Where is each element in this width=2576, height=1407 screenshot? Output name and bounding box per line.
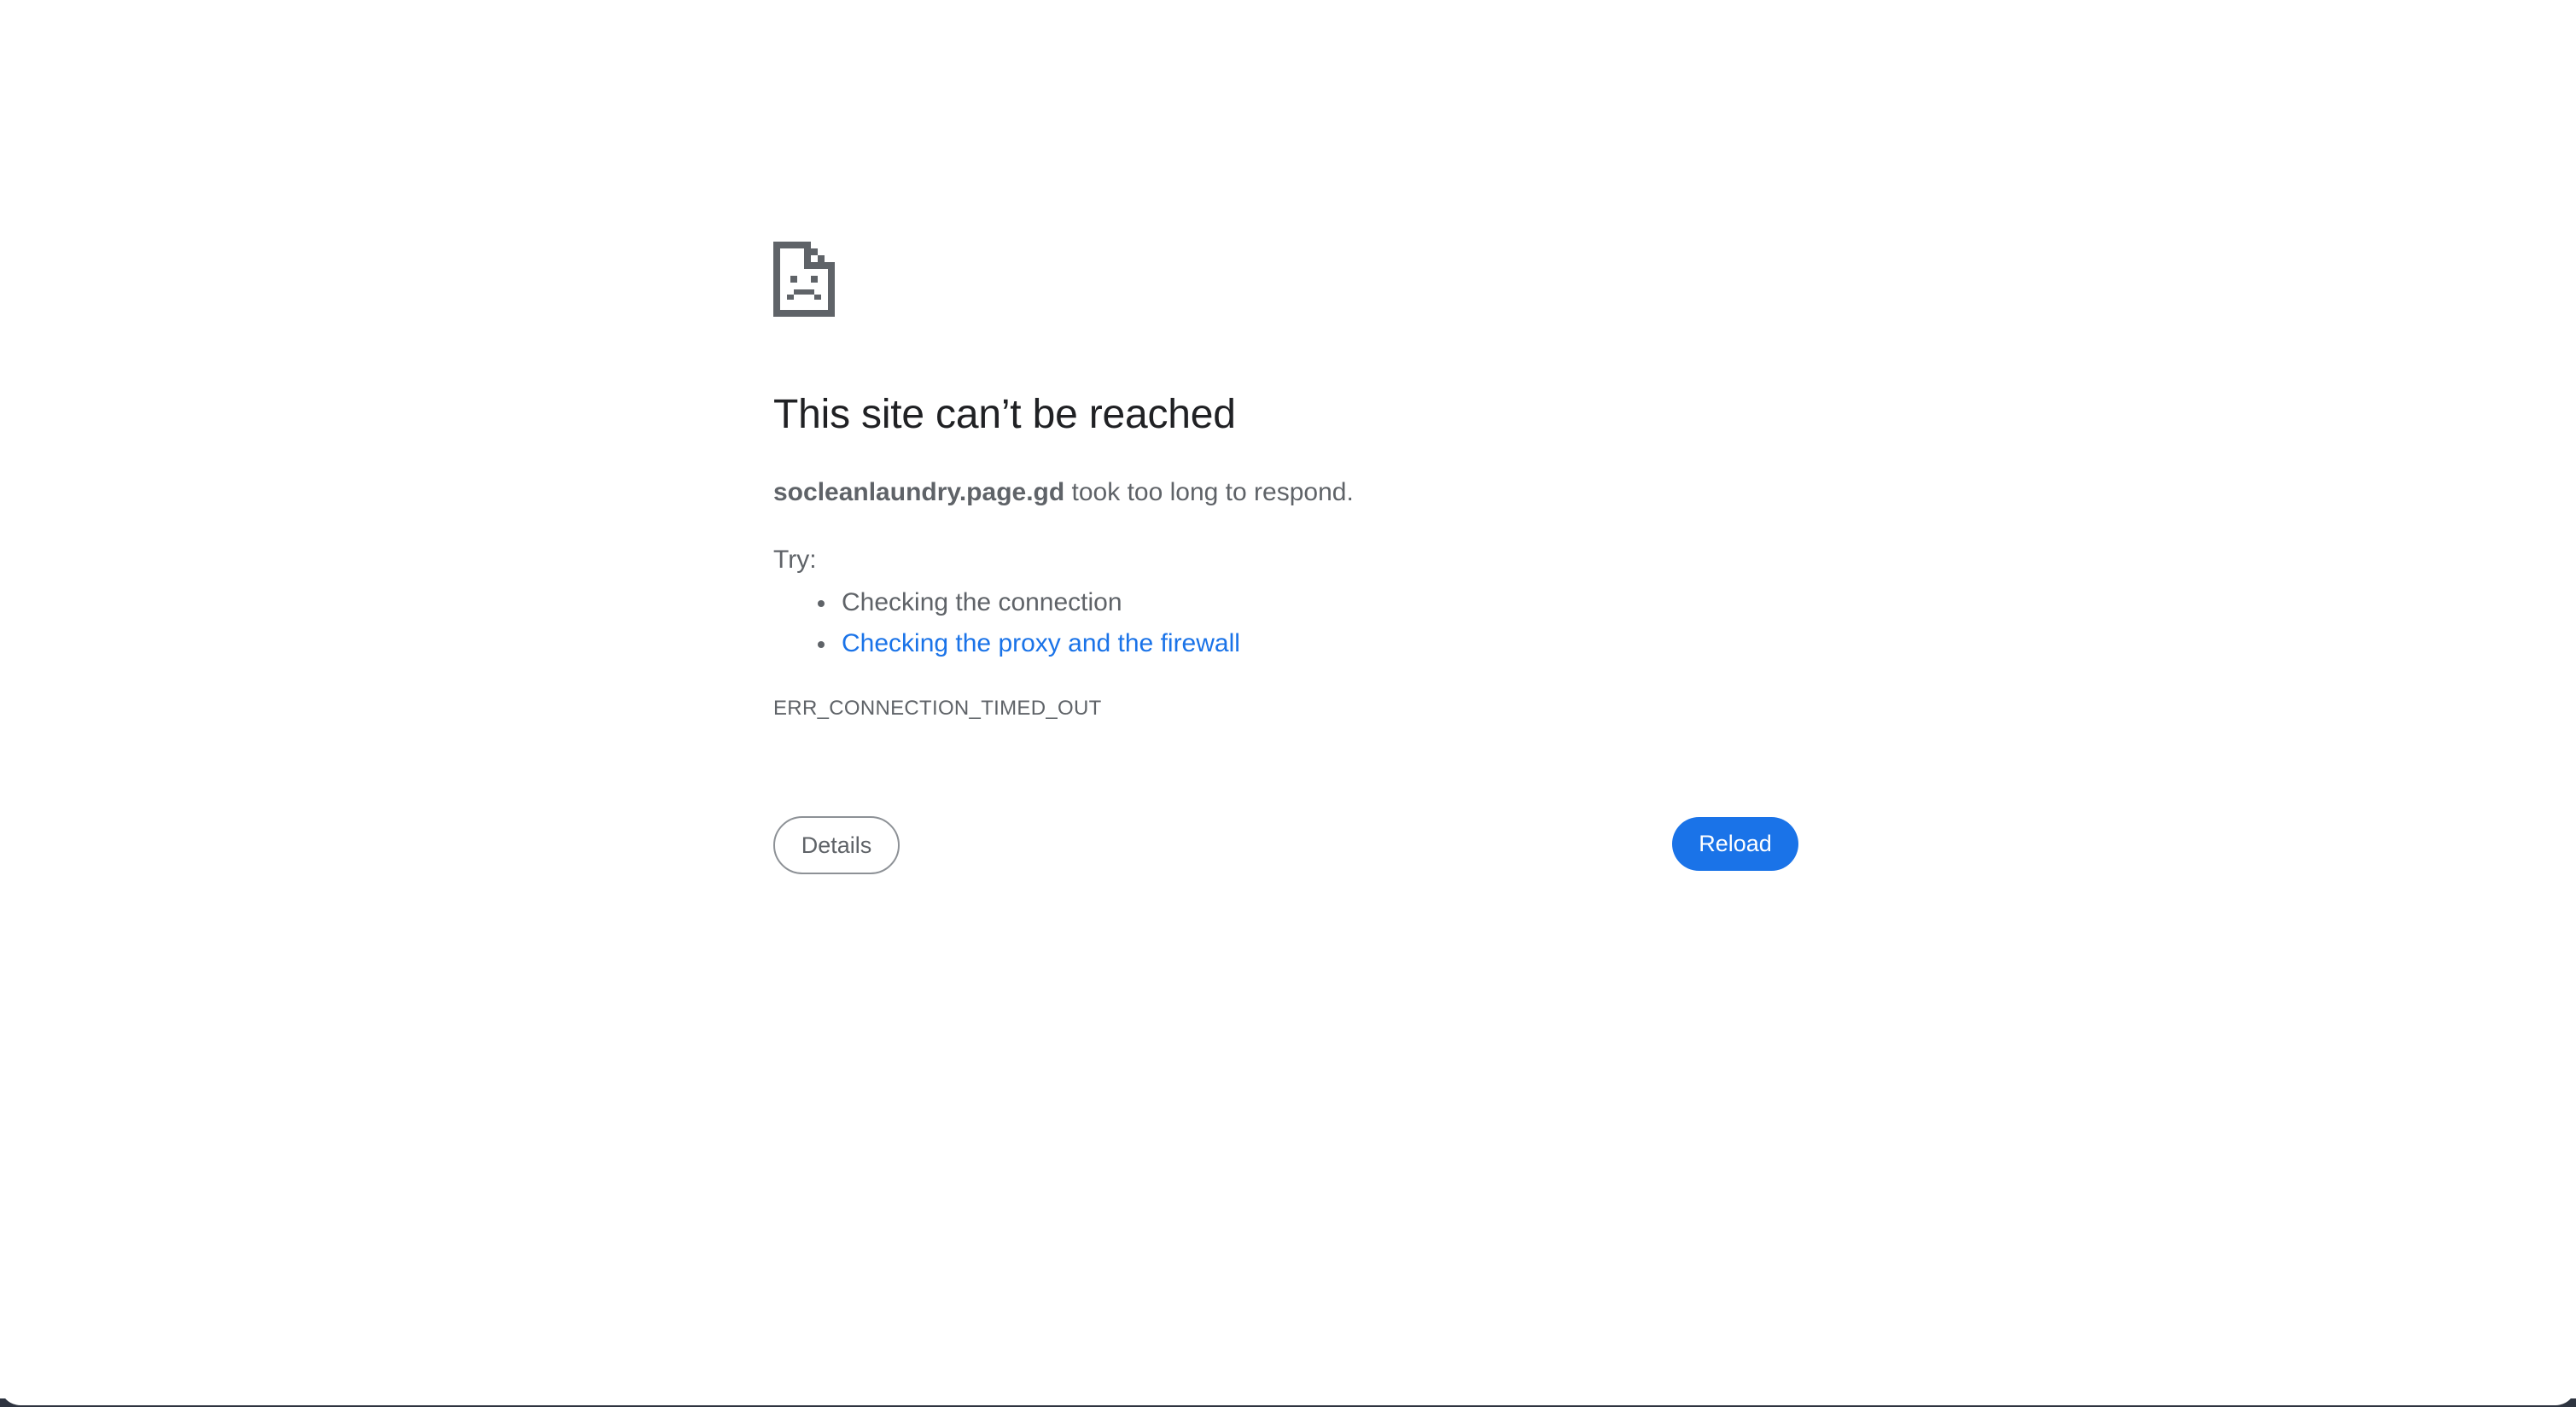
bullet-icon [818,641,825,648]
proxy-firewall-link[interactable]: Checking the proxy and the firewall [842,629,1240,657]
details-button[interactable]: Details [773,816,900,874]
summary-text: took too long to respond. [1064,478,1354,506]
host-name: socleanlaundry.page.gd [773,478,1065,506]
window-bottom-corners [0,1380,2576,1405]
error-page: This site can’t be reached socleanlaundr… [0,0,2576,1407]
try-label: Try: [773,546,817,574]
suggestions-list: Checking the connection Checking the pro… [773,582,1240,664]
sad-document-icon [773,242,835,317]
suggestion-check-connection: Checking the connection [842,588,1122,616]
list-item: Checking the connection [773,582,1240,623]
error-code: ERR_CONNECTION_TIMED_OUT [773,697,1102,720]
reload-button[interactable]: Reload [1672,817,1798,871]
list-item: Checking the proxy and the firewall [773,623,1240,664]
bullet-icon [818,600,825,607]
error-summary: socleanlaundry.page.gd took too long to … [773,478,1354,507]
page-title: This site can’t be reached [773,392,1236,437]
